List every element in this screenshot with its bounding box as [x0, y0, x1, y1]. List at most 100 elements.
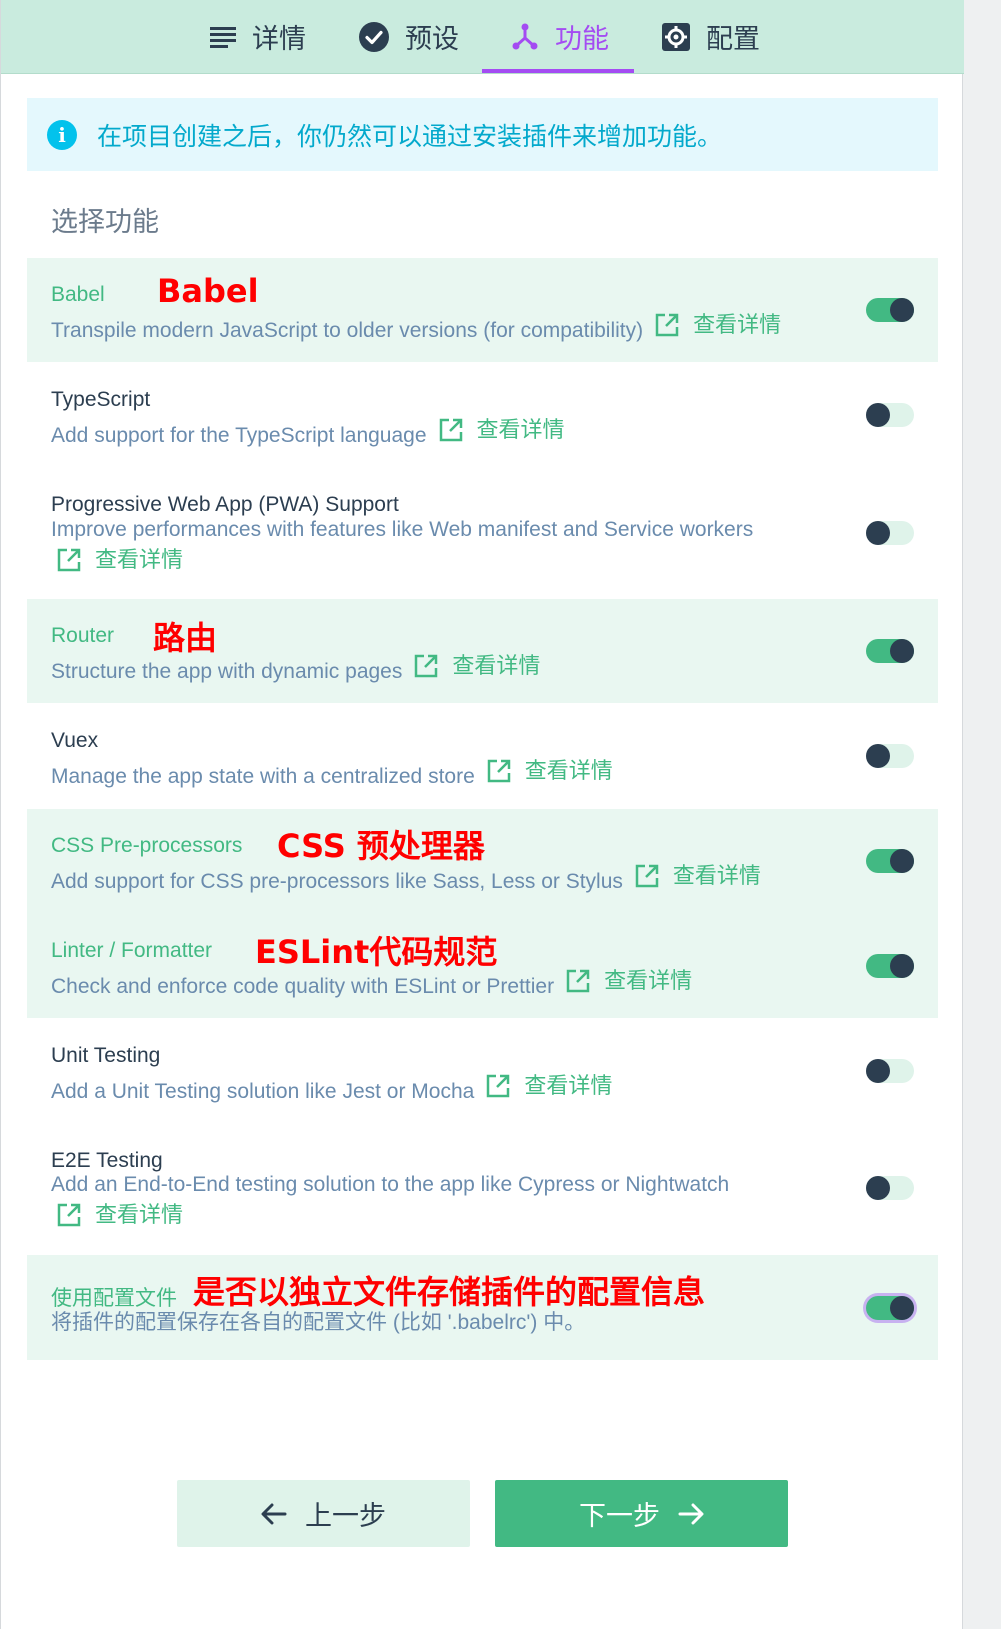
- feature-description-text: Add support for the TypeScript language: [51, 424, 427, 447]
- tab-features[interactable]: 功能: [511, 0, 609, 73]
- more-info-link[interactable]: 查看详情: [635, 861, 761, 891]
- feature-toggle[interactable]: [866, 521, 914, 545]
- more-info-label: 查看详情: [95, 547, 184, 572]
- more-info-label: 查看详情: [452, 653, 541, 678]
- more-info-label: 查看详情: [524, 1073, 613, 1098]
- tab-config[interactable]: 配置: [662, 0, 760, 73]
- tab-label: 功能: [555, 24, 609, 54]
- arrow-left-icon: [261, 1503, 287, 1525]
- feature-description-text: Transpile modern JavaScript to older ver…: [51, 319, 644, 342]
- feature-description-text: Add support for CSS pre-processors like …: [51, 870, 623, 893]
- external-link-icon: [487, 759, 511, 783]
- info-icon: i: [47, 119, 77, 150]
- info-text: 在项目创建之后，你仍然可以通过安装插件来增加功能。: [97, 122, 723, 151]
- feature-row-vuex[interactable]: Vuex Manage the app state with a central…: [27, 704, 938, 808]
- external-link-icon: [414, 654, 438, 678]
- feature-row-pwa[interactable]: Progressive Web App (PWA) Support Improv…: [27, 468, 938, 598]
- more-info-link[interactable]: 查看详情: [414, 651, 540, 681]
- tab-label: 详情: [252, 24, 306, 54]
- more-info-label: 查看详情: [476, 417, 565, 442]
- feature-toggle[interactable]: [866, 298, 914, 322]
- more-info-link[interactable]: 查看详情: [57, 1200, 183, 1230]
- toggle-knob: [890, 954, 914, 978]
- external-link-icon: [635, 864, 659, 888]
- tab-details[interactable]: 详情: [210, 0, 306, 73]
- more-info-link[interactable]: 查看详情: [57, 545, 183, 575]
- feature-toggle[interactable]: [866, 639, 914, 663]
- feature-name: Babel: [51, 283, 105, 306]
- next-button-label: 下一步: [579, 1501, 660, 1531]
- feature-row-router[interactable]: Router 路由 Structure the app with dynamic…: [27, 599, 938, 703]
- feature-toggle[interactable]: [866, 1176, 914, 1200]
- annotation-label: 是否以独立文件存储插件的配置信息: [193, 1273, 706, 1311]
- more-info-label: 查看详情: [693, 312, 782, 337]
- feature-toggle[interactable]: [866, 1059, 914, 1083]
- more-info-link[interactable]: 查看详情: [655, 310, 781, 340]
- external-link-icon: [439, 418, 463, 442]
- more-info-label: 查看详情: [524, 758, 613, 783]
- more-info-label: 查看详情: [95, 1202, 184, 1227]
- feature-row-babel[interactable]: Babel Babel Transpile modern JavaScript …: [27, 258, 938, 362]
- gear-icon: [662, 22, 690, 51]
- feature-toggle[interactable]: [866, 744, 914, 768]
- feature-name: Linter / Formatter: [51, 939, 213, 962]
- config-file-toggle[interactable]: [866, 1296, 914, 1320]
- more-info-label: 查看详情: [672, 863, 761, 888]
- feature-description: Add support for the TypeScript language 查…: [51, 415, 565, 451]
- feature-toggle[interactable]: [866, 954, 914, 978]
- feature-row-typescript[interactable]: TypeScript Add support for the TypeScrip…: [27, 363, 938, 467]
- feature-description-text: Check and enforce code quality with ESLi…: [51, 975, 555, 998]
- section-title: 选择功能: [51, 207, 159, 237]
- list-icon: [210, 26, 236, 48]
- more-info-link[interactable]: 查看详情: [439, 415, 565, 445]
- toggle-knob: [890, 298, 914, 322]
- check-circle-icon: [359, 21, 389, 52]
- tab-label: 预设: [405, 24, 459, 54]
- fork-icon: [511, 23, 539, 51]
- toggle-knob: [866, 403, 890, 427]
- more-info-link[interactable]: 查看详情: [487, 756, 613, 786]
- external-link-icon: [486, 1074, 510, 1098]
- feature-name: Progressive Web App (PWA) Support: [51, 493, 399, 516]
- toggle-knob: [866, 1059, 890, 1083]
- config-file-row[interactable]: 使用配置文件 是否以独立文件存储插件的配置信息 将插件的配置保存在各自的配置文件…: [27, 1255, 938, 1360]
- more-info-link[interactable]: 查看详情: [486, 1071, 612, 1101]
- more-info-label: 查看详情: [604, 968, 693, 993]
- feature-row-css-preprocessors[interactable]: CSS Pre-processors CSS 预处理器 Add support …: [27, 809, 938, 913]
- feature-description-text: Add a Unit Testing solution like Jest or…: [51, 1080, 475, 1103]
- toggle-knob: [890, 849, 914, 873]
- toggle-knob: [890, 1296, 914, 1320]
- external-link-icon: [566, 969, 590, 993]
- previous-button[interactable]: 上一步: [177, 1480, 470, 1547]
- feature-toggle[interactable]: [866, 849, 914, 873]
- toggle-knob: [866, 744, 890, 768]
- feature-description-text: Structure the app with dynamic pages: [51, 660, 403, 683]
- feature-description: Transpile modern JavaScript to older ver…: [51, 310, 781, 346]
- external-link-icon: [57, 1203, 81, 1227]
- active-tab-indicator: [482, 69, 634, 73]
- feature-description: Manage the app state with a centralized …: [51, 756, 613, 792]
- feature-description: Add support for CSS pre-processors like …: [51, 861, 761, 897]
- feature-description-text: Add an End-to-End testing solution to th…: [51, 1173, 730, 1196]
- feature-row-unit-testing[interactable]: Unit Testing Add a Unit Testing solution…: [27, 1019, 938, 1123]
- more-info-link[interactable]: 查看详情: [566, 966, 692, 996]
- tab-presets[interactable]: 预设: [359, 0, 459, 73]
- annotation-label: Babel: [157, 272, 259, 310]
- feature-row-linter[interactable]: Linter / Formatter ESLint代码规范 Check and …: [27, 913, 938, 1018]
- feature-description-text: Manage the app state with a centralized …: [51, 765, 475, 788]
- feature-description: Check and enforce code quality with ESLi…: [51, 966, 692, 1002]
- feature-toggle[interactable]: [866, 403, 914, 427]
- config-file-description: 将插件的配置保存在各自的配置文件 (比如 '.babelrc') 中。: [51, 1311, 586, 1334]
- feature-name: CSS Pre-processors: [51, 834, 243, 857]
- feature-name: Unit Testing: [51, 1044, 161, 1067]
- feature-name: Vuex: [51, 729, 99, 752]
- app-frame: 详情 预设 功能 配置 i 在项目创建之后，你仍然可以通过安装插件来增加功能。 …: [0, 0, 964, 1629]
- next-button[interactable]: 下一步: [495, 1480, 788, 1547]
- feature-row-e2e-testing[interactable]: E2E Testing Add an End-to-End testing so…: [27, 1124, 938, 1254]
- feature-description: Improve performances with features like …: [51, 515, 831, 581]
- toggle-knob: [866, 1176, 890, 1200]
- tab-bar: 详情 预设 功能 配置: [1, 0, 964, 74]
- feature-description: Add an End-to-End testing solution to th…: [51, 1170, 831, 1236]
- toggle-knob: [866, 521, 890, 545]
- feature-name: TypeScript: [51, 388, 151, 411]
